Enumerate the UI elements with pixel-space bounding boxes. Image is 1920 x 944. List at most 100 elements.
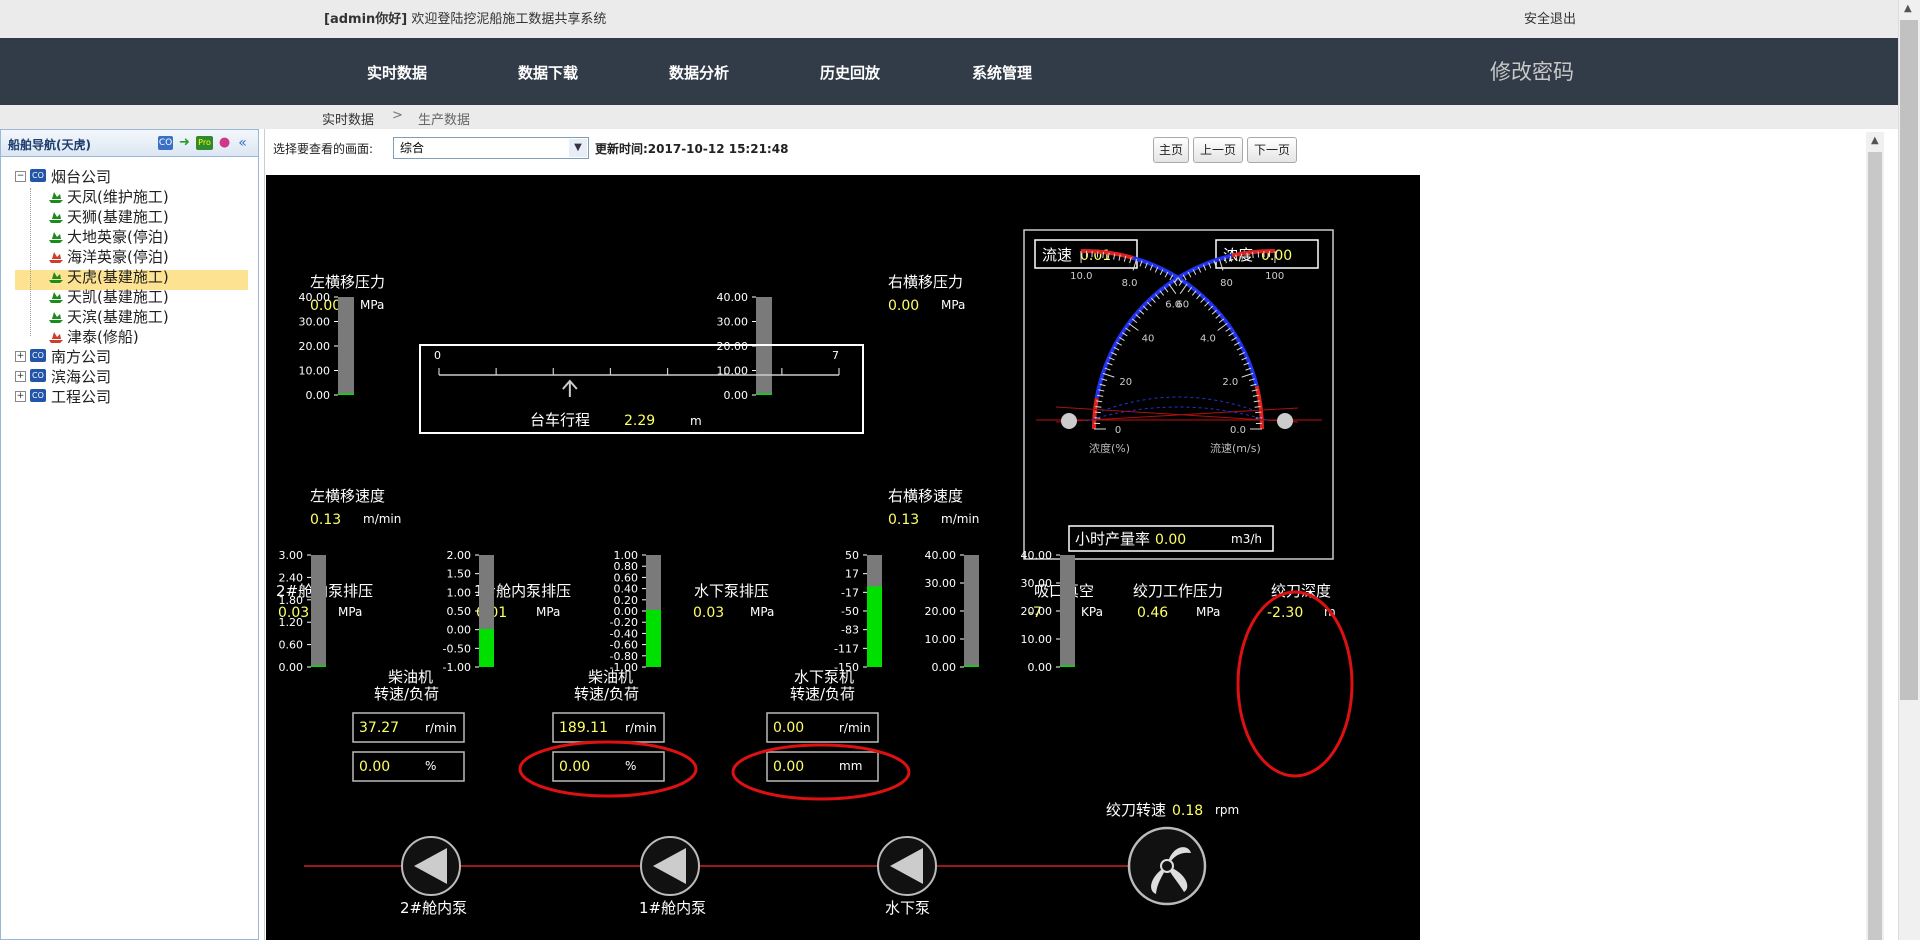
flow-tick-label: 6.0	[1165, 299, 1181, 310]
diesel1-load-unit: %	[625, 759, 636, 773]
tree-label: 大地英豪(停泊)	[67, 226, 169, 247]
pump1_pressure-bar-fill	[479, 629, 494, 667]
expand-toggle-icon[interactable]: +	[15, 371, 26, 382]
ship-green-icon	[48, 208, 64, 224]
home-button[interactable]: 主页	[1153, 137, 1189, 163]
flow-tick-label: 4.0	[1200, 334, 1216, 345]
hourly-output-unit: m3/h	[1231, 532, 1262, 546]
user-greeting: [admin你好]	[324, 12, 407, 27]
uw-pump-load-value: 0.00	[773, 759, 804, 775]
carriage-unit: m	[690, 414, 702, 428]
view-select[interactable]: 综合 ▼	[393, 137, 589, 159]
nav-realtime[interactable]: 实时数据	[367, 62, 427, 83]
flow-tick-label: 10.0	[1070, 271, 1092, 282]
cutter_depth-tick-label: 40.00	[1021, 549, 1053, 562]
density-tick-label: 80	[1220, 278, 1233, 289]
carriage-min: 0	[434, 349, 441, 362]
diesel2-speed-value: 37.27	[359, 720, 399, 736]
gauge-pivot-right	[1277, 413, 1293, 429]
prev-page-button[interactable]: 上一页	[1193, 137, 1243, 163]
tree-label: 工程公司	[51, 386, 111, 407]
gauge-dashed-curve	[1102, 397, 1256, 411]
uw-pump-speed-value: 0.00	[773, 720, 804, 736]
tree-label: 天凯(基建施工)	[67, 286, 169, 307]
page-scroll-up-icon[interactable]: ▲	[1904, 3, 1912, 14]
sidebar-header: 船舶导航(天虎) CO ➜ Pro ● «	[1, 130, 258, 157]
cutter-pressure-value: 0.46	[1137, 605, 1168, 621]
pump1-icon[interactable]	[641, 837, 699, 895]
diesel1-speed-value: 189.11	[559, 720, 608, 736]
expand-toggle-icon[interactable]: +	[15, 351, 26, 362]
underwater-pressure-value: 0.03	[693, 605, 724, 621]
left-shift-speed-value: 0.13	[310, 512, 341, 528]
nav-system[interactable]: 系统管理	[972, 62, 1032, 83]
change-password-link[interactable]: 修改密码	[1490, 56, 1574, 86]
ship-icon[interactable]: ➜	[177, 136, 192, 150]
breadcrumb: 实时数据 > 生产数据	[0, 105, 1898, 129]
logout-link[interactable]: 安全退出	[1524, 8, 1576, 27]
welcome-message: 欢迎登陆挖泥船施工数据共享系统	[411, 12, 606, 27]
uw-pump-speed-unit: r/min	[839, 721, 871, 735]
underwater-pump-icon[interactable]	[878, 837, 936, 895]
right-shift-pressure-value: 0.00	[888, 298, 919, 314]
diesel2-load-unit: %	[425, 759, 436, 773]
cutter_depth-tick-label: 10.00	[1021, 633, 1053, 646]
diesel1-title: 柴油机	[588, 668, 633, 686]
breadcrumb-current: 生产数据	[418, 109, 470, 128]
density-axis-label: 浓度(%)	[1089, 441, 1130, 455]
left_shift_pressure-tick-label: 0.00	[306, 389, 331, 402]
diesel2-subtitle: 转速/负荷	[374, 685, 439, 703]
nav-download[interactable]: 数据下载	[518, 62, 578, 83]
tree-label: 海洋英豪(停泊)	[67, 246, 169, 267]
left_shift_pressure-bar-fill	[338, 394, 354, 396]
company-icon[interactable]: CO	[158, 136, 173, 150]
pump2_pressure-bar-fill	[311, 666, 326, 668]
flow-arc-red	[1257, 386, 1262, 429]
cutter_depth-bar-track	[1060, 555, 1075, 667]
nav-analysis[interactable]: 数据分析	[669, 62, 729, 83]
expand-toggle-icon[interactable]: +	[15, 391, 26, 402]
flow-minor-tick	[1255, 412, 1261, 413]
collapse-toggle-icon[interactable]: −	[15, 171, 26, 182]
breadcrumb-root[interactable]: 实时数据	[322, 109, 374, 128]
scroll-up-icon[interactable]: ▲	[1871, 135, 1879, 146]
nav-playback[interactable]: 历史回放	[820, 62, 880, 83]
panel-scrollbar-thumb[interactable]	[1868, 152, 1882, 940]
density-minor-tick	[1095, 412, 1101, 413]
right_shift_pressure-tick-label: 40.00	[717, 291, 749, 304]
right-shift-pressure-bar: 40.0030.0020.0010.000.00	[717, 291, 773, 402]
page-scrollbar-thumb[interactable]	[1900, 20, 1918, 700]
right-shift-pressure-label: 右横移压力	[888, 273, 963, 291]
annotation-ellipse	[520, 742, 696, 796]
hmi-diagram: .lbl{fill:#ffffff;font-size:15px;} .val{…	[266, 175, 1420, 940]
view-select-label: 选择要查看的画面:	[273, 140, 373, 157]
density-flow-gauge: 02040608010010.08.06.04.02.00.0	[1036, 251, 1322, 436]
pro-icon[interactable]: Pro	[196, 136, 213, 150]
density-tick-label: 0	[1115, 425, 1121, 436]
diesel2-title: 柴油机	[388, 668, 433, 686]
left-shift-pressure-unit: MPa	[360, 298, 384, 312]
update-time: 更新时间:2017-10-12 15:21:48	[595, 140, 788, 157]
density-tick-label: 40	[1142, 334, 1155, 345]
suction-vacuum-unit: KPa	[1081, 605, 1103, 619]
suction_vacuum-bar-fill	[867, 586, 882, 667]
tree-label: 滨海公司	[51, 366, 111, 387]
right_shift_pressure-tick-label: 0.00	[724, 389, 749, 402]
density-minor-tick	[1169, 284, 1176, 294]
next-page-button[interactable]: 下一页	[1247, 137, 1297, 163]
cutter-pressure-bar: 40.0030.0020.0010.000.00	[925, 549, 980, 674]
diesel1-load-value: 0.00	[559, 759, 590, 775]
location-pin-icon[interactable]: ●	[217, 136, 232, 150]
collapse-sidebar-icon[interactable]: «	[235, 136, 250, 150]
underwater-pump-name: 水下泵	[885, 899, 930, 917]
company-icon: CO	[30, 389, 46, 402]
chevron-down-icon[interactable]: ▼	[569, 139, 587, 157]
ship-green-icon	[48, 228, 64, 244]
pump2-icon[interactable]	[402, 837, 460, 895]
pump1_pressure-tick-label: 0.50	[447, 605, 472, 618]
pump2-name: 2#舱内泵	[400, 899, 467, 917]
cutter_depth-tick-label: 0.00	[1028, 661, 1053, 674]
cutter-head-icon[interactable]	[1129, 828, 1205, 904]
suction_vacuum-tick-label: 50	[845, 549, 859, 562]
flow-speed-label: 流速	[1042, 246, 1072, 264]
